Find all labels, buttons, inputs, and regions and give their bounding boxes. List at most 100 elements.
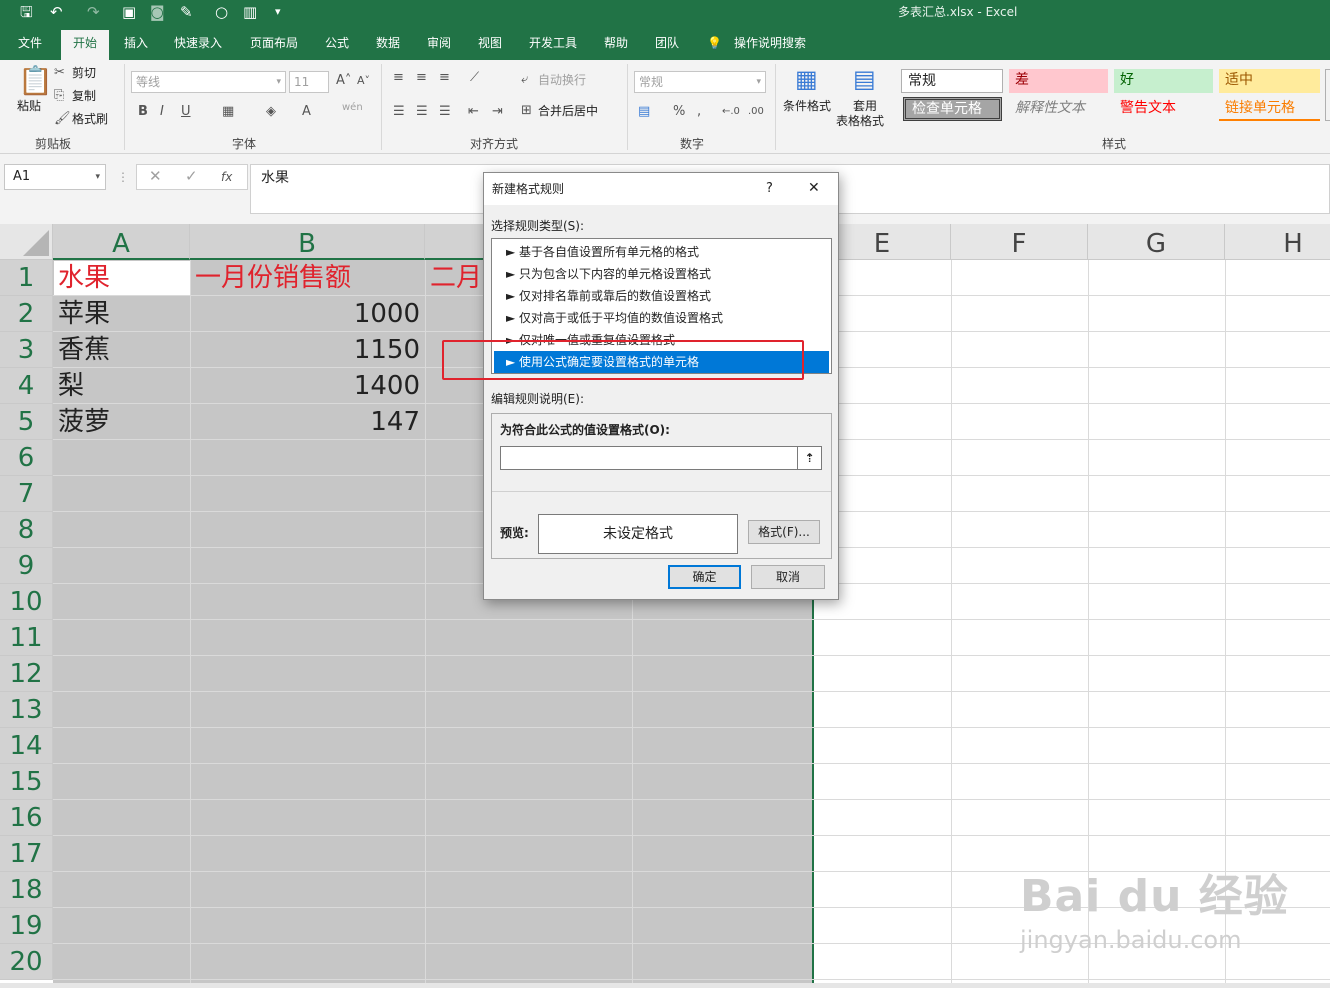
column-header-g[interactable]: G [1088,224,1225,260]
wrap-text-icon[interactable]: ⤶ [521,72,528,88]
align-right-icon[interactable]: ☰ [439,104,451,120]
tell-me-search[interactable]: 操作说明搜索 [734,34,806,52]
row-header-17[interactable]: 17 [0,836,53,872]
underline-icon[interactable]: U [181,104,191,120]
column-header-f[interactable]: F [951,224,1088,260]
cell-b1[interactable]: 一月份销售额 [195,260,351,296]
row-header-19[interactable]: 19 [0,908,53,944]
row-header-10[interactable]: 10 [0,584,53,620]
tab-data[interactable]: 数据 [376,34,400,52]
paste-icon[interactable]: 📋 [18,66,53,96]
align-bottom-icon[interactable]: ≡ [439,70,450,86]
cut-button[interactable]: 剪切 [72,65,96,81]
paste-button[interactable]: 粘贴 [17,98,41,114]
style-normal[interactable]: 常规 [901,69,1003,93]
accounting-format-icon[interactable]: ▤ [638,104,650,120]
circle-icon[interactable]: ○ [215,3,228,21]
row-header-20[interactable]: 20 [0,944,53,980]
redo-icon[interactable]: ↷ [87,3,100,21]
merge-center-icon[interactable]: ⊞ [521,103,532,119]
cut-icon[interactable]: ✂ [54,65,65,81]
style-good[interactable]: 好 [1114,69,1213,93]
rule-type-item[interactable]: ► 基于各自值设置所有单元格的格式 [494,241,829,263]
rule-type-item[interactable]: ► 仅对排名靠前或靠后的数值设置格式 [494,285,829,307]
orientation-icon[interactable]: ⟋ [470,70,479,86]
tab-home[interactable]: 开始 [61,30,110,60]
row-header-12[interactable]: 12 [0,656,53,692]
tab-formulas[interactable]: 公式 [325,34,349,52]
select-all-button[interactable] [0,224,53,260]
tab-file[interactable]: 文件 [18,34,42,52]
cell-a4[interactable]: 梨 [58,368,84,404]
name-box[interactable]: A1 ▾ [4,164,106,190]
row-header-6[interactable]: 6 [0,440,53,476]
close-icon[interactable]: ✕ [808,180,820,196]
save-icon[interactable]: 🖫 [20,3,33,21]
form-icon[interactable]: ▣ [122,3,136,21]
italic-icon[interactable]: I [160,104,164,120]
copy-icon[interactable]: ⎘ [54,88,64,104]
cancel-button[interactable]: 取消 [751,565,825,589]
grow-font-icon[interactable]: A˄ [336,73,351,89]
copy-button[interactable]: 复制 [72,88,96,104]
cell-b3[interactable]: 1150 [195,332,420,368]
row-header-18[interactable]: 18 [0,872,53,908]
wrap-text-button[interactable]: 自动换行 [538,72,586,88]
format-button[interactable]: 格式(F)... [748,520,820,544]
tab-help[interactable]: 帮助 [604,34,628,52]
row-header-7[interactable]: 7 [0,476,53,512]
help-icon[interactable]: ? [766,181,773,197]
edit-icon[interactable]: ✎ [180,3,193,21]
align-top-icon[interactable]: ≡ [393,70,404,86]
row-header-9[interactable]: 9 [0,548,53,584]
insert-function-icon[interactable]: fx [221,169,232,185]
row-header-8[interactable]: 8 [0,512,53,548]
format-painter-icon[interactable]: 🖌 [54,111,71,127]
cell-b5[interactable]: 147 [195,404,420,440]
style-bad[interactable]: 差 [1009,69,1108,93]
align-left-icon[interactable]: ☰ [393,104,405,120]
chart-icon[interactable]: ▥ [243,3,257,21]
column-header-b[interactable]: B [190,224,425,260]
format-painter-button[interactable]: 格式刷 [72,111,108,127]
row-header-2[interactable]: 2 [0,296,53,332]
style-explanatory[interactable]: 解释性文本 [1009,97,1108,121]
tab-page-layout[interactable]: 页面布局 [250,34,298,52]
tab-developer[interactable]: 开发工具 [529,34,577,52]
increase-indent-icon[interactable]: ⇥ [492,104,503,120]
row-header-16[interactable]: 16 [0,800,53,836]
align-center-icon[interactable]: ☰ [416,104,428,120]
align-middle-icon[interactable]: ≡ [416,70,427,86]
shrink-font-icon[interactable]: A˅ [357,73,370,89]
row-header-13[interactable]: 13 [0,692,53,728]
format-as-table-icon[interactable]: ▤ [853,66,876,92]
cell-a1[interactable]: 水果 [58,260,110,296]
row-header-14[interactable]: 14 [0,728,53,764]
camera-icon[interactable]: ◙ [150,3,165,21]
number-format-select[interactable]: 常规 ▾ [634,71,766,93]
style-warning[interactable]: 警告文本 [1114,97,1213,121]
comma-style-icon[interactable]: , [697,104,701,120]
increase-decimal-icon[interactable]: ←.0 [722,104,740,120]
phonetic-icon[interactable]: wén [342,100,363,116]
format-as-table-line2[interactable]: 表格格式 [836,113,884,129]
cell-a2[interactable]: 苹果 [58,296,110,332]
customize-qat-icon[interactable]: ▾ [275,3,281,21]
row-header-4[interactable]: 4 [0,368,53,404]
style-neutral[interactable]: 适中 [1219,69,1320,93]
merge-center-button[interactable]: 合并后居中 [538,103,598,119]
column-header-h[interactable]: H [1225,224,1330,260]
styles-more-button[interactable] [1325,69,1330,121]
formula-field[interactable]: ⇡ [500,446,822,470]
row-header-1[interactable]: 1 [0,260,53,296]
conditional-format-button[interactable]: 条件格式 [783,98,831,114]
cell-b2[interactable]: 1000 [195,296,420,332]
style-check-cell[interactable]: 检查单元格 [903,97,1002,121]
tab-review[interactable]: 审阅 [427,34,451,52]
fill-color-icon[interactable]: ◈ [266,104,276,120]
cell-a3[interactable]: 香蕉 [58,332,110,368]
rule-type-item[interactable]: ► 仅对高于或低于平均值的数值设置格式 [494,307,829,329]
percent-icon[interactable]: % [673,104,685,120]
borders-icon[interactable]: ▦ [222,104,234,120]
cell-b4[interactable]: 1400 [195,368,420,404]
